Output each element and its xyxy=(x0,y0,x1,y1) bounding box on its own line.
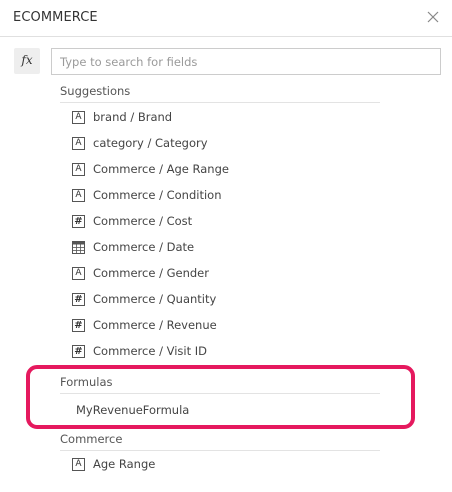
field-label: Commerce / Revenue xyxy=(93,318,217,332)
field-label: Age Range xyxy=(93,457,156,471)
number-type-icon: # xyxy=(72,293,85,306)
formulas-section-label: Formulas xyxy=(60,375,113,389)
formula-button[interactable]: fx xyxy=(14,48,40,74)
field-item-cost[interactable]: # Commerce / Cost xyxy=(72,212,372,234)
text-type-icon: A xyxy=(72,267,85,280)
number-type-icon: # xyxy=(72,215,85,228)
text-type-icon: A xyxy=(72,163,85,176)
date-type-icon xyxy=(72,241,85,254)
field-search-input[interactable] xyxy=(51,48,441,75)
commerce-section-label: Commerce xyxy=(60,432,123,446)
field-label: brand / Brand xyxy=(93,110,173,124)
field-label: Commerce / Gender xyxy=(93,266,209,280)
text-type-icon: A xyxy=(72,111,85,124)
field-item-quantity[interactable]: # Commerce / Quantity xyxy=(72,290,372,312)
field-item-gender[interactable]: A Commerce / Gender xyxy=(72,264,372,286)
field-item-visit-id[interactable]: # Commerce / Visit ID xyxy=(72,342,372,364)
field-item-commerce-age-range[interactable]: A Age Range xyxy=(72,455,372,477)
text-type-icon: A xyxy=(72,137,85,150)
text-type-icon: A xyxy=(72,189,85,202)
text-type-icon: A xyxy=(72,458,85,471)
field-label: Commerce / Cost xyxy=(93,214,193,228)
formula-item-myrevenueformula[interactable]: MyRevenueFormula xyxy=(76,403,189,417)
suggestions-section-label: Suggestions xyxy=(60,84,131,98)
field-label: Commerce / Quantity xyxy=(93,292,217,306)
number-type-icon: # xyxy=(72,345,85,358)
commerce-section-header[interactable]: Commerce xyxy=(60,429,380,451)
close-icon xyxy=(427,11,439,23)
field-item-condition[interactable]: A Commerce / Condition xyxy=(72,186,372,208)
panel-header: ECOMMERCE xyxy=(0,0,452,37)
number-type-icon: # xyxy=(72,319,85,332)
field-label: category / Category xyxy=(93,136,208,150)
field-label: Commerce / Age Range xyxy=(93,162,229,176)
close-button[interactable] xyxy=(424,8,442,26)
field-label: Commerce / Date xyxy=(93,240,195,254)
field-label: Commerce / Visit ID xyxy=(93,344,208,358)
field-item-date[interactable]: Commerce / Date xyxy=(72,238,372,260)
suggestions-section-header[interactable]: Suggestions xyxy=(60,81,380,103)
field-item-revenue[interactable]: # Commerce / Revenue xyxy=(72,316,372,338)
field-item-age-range[interactable]: A Commerce / Age Range xyxy=(72,160,372,182)
formulas-section-header[interactable]: Formulas xyxy=(60,372,380,394)
field-item-brand[interactable]: A brand / Brand xyxy=(72,108,372,130)
field-item-category[interactable]: A category / Category xyxy=(72,134,372,156)
panel-title: ECOMMERCE xyxy=(13,10,98,25)
field-label: Commerce / Condition xyxy=(93,188,222,202)
